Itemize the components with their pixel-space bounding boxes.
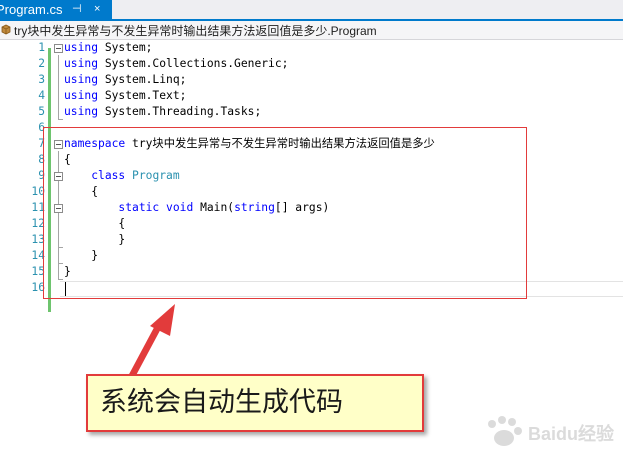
watermark-text: Baidu经验 [528, 423, 615, 444]
baidu-watermark: Baidu经验 [488, 416, 615, 446]
annotation-callout: 系统会自动生成代码 [86, 374, 424, 432]
